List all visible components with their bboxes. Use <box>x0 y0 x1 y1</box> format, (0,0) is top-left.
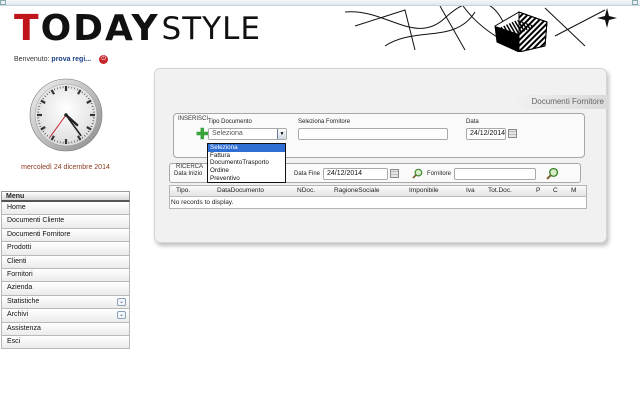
documents-table: Tipo. DataDocumento NDoc. RagioneSociale… <box>169 185 587 209</box>
chevron-down-icon[interactable]: ▼ <box>277 129 286 139</box>
fornitore-label: Fornitore <box>427 171 452 177</box>
menu-item-documenti-fornitore[interactable]: Documenti Fornitore <box>1 228 130 243</box>
search-icon[interactable] <box>546 167 559 180</box>
column-header[interactable]: DataDocumento <box>217 187 264 194</box>
fornitore-input[interactable] <box>298 128 448 140</box>
logo-today: TODAY <box>14 10 160 48</box>
column-header[interactable]: M <box>571 187 576 194</box>
tipo-documento-dropdown: Seleziona Fattura DocumentoTrasporto Ord… <box>207 143 286 184</box>
menu-item-home[interactable]: Home <box>1 202 130 216</box>
menu-item-label: Fornitori <box>7 270 33 278</box>
data-fine-input[interactable]: 24/12/2014 <box>323 168 388 180</box>
plus-icon[interactable]: ✚ <box>196 127 209 142</box>
menu-item-prodotti[interactable]: Prodotti <box>1 242 130 256</box>
table-empty-message: No records to display. <box>171 199 234 206</box>
data-label: Data <box>466 119 479 125</box>
menu-item-label: Esci <box>7 337 21 345</box>
page-title: Documenti Fornitore <box>515 95 608 109</box>
column-header[interactable]: C <box>553 187 558 194</box>
close-tab-icon[interactable] <box>632 0 638 5</box>
seleziona-fornitore-label: Seleziona Fornitore <box>298 119 351 125</box>
menu-item-label: Azienda <box>7 284 33 292</box>
data-inizio-label: Data Inizio <box>174 171 203 177</box>
dropdown-option[interactable]: Ordine <box>208 167 285 175</box>
dropdown-option[interactable]: Seleziona <box>208 144 285 152</box>
inserisci-legend: INSERISCI <box>177 116 210 122</box>
menu-item-assistenza[interactable]: Assistenza <box>1 322 130 336</box>
column-header[interactable]: P <box>536 187 540 194</box>
header-decoration-art <box>345 6 617 52</box>
column-header[interactable]: Tot.Doc. <box>488 187 512 194</box>
menu-item-archivi[interactable]: Archivi ⌄ <box>1 309 130 323</box>
data-fine-label: Data Fine <box>294 171 321 177</box>
sidebar-menu: Menu Home Documenti Cliente Documenti Fo… <box>1 191 130 350</box>
column-header[interactable]: NDoc. <box>297 187 315 194</box>
analog-clock <box>29 78 103 152</box>
menu-item-label: Statistiche <box>7 297 40 305</box>
menu-item-azienda[interactable]: Azienda <box>1 282 130 296</box>
menu-item-statistiche[interactable]: Statistiche ⌄ <box>1 295 130 310</box>
column-header[interactable]: RagioneSociale <box>334 187 380 194</box>
tipo-documento-label: Tipo Documento <box>208 119 252 125</box>
welcome-label: Benvenuto: <box>14 56 50 63</box>
search-icon[interactable] <box>412 168 423 179</box>
app-logo: TODAY STYLE <box>14 10 261 48</box>
menu-item-label: Assistenza <box>7 324 41 332</box>
welcome-bar: Benvenuto: prova regi... ⏻ <box>14 55 109 64</box>
data-input[interactable]: 24/12/2014 <box>466 128 506 140</box>
table-header: Tipo. DataDocumento NDoc. RagioneSociale… <box>170 186 586 197</box>
menu-item-label: Prodotti <box>7 244 32 252</box>
chevron-down-icon[interactable]: ⌄ <box>117 297 126 306</box>
dropdown-option[interactable]: DocumentoTrasporto <box>208 159 285 167</box>
tipo-documento-select[interactable]: Seleziona ▼ <box>208 128 287 140</box>
logo-rest: ODAY <box>40 8 160 49</box>
tipo-documento-value: Seleziona <box>212 130 243 137</box>
dropdown-option[interactable]: Fattura <box>208 152 285 160</box>
logout-icon[interactable]: ⏻ <box>99 55 109 64</box>
menu-item-label: Documenti Cliente <box>7 217 65 225</box>
menu-item-fornitori[interactable]: Fornitori <box>1 268 130 283</box>
menu-header: Menu <box>1 191 130 202</box>
menu-item-label: Documenti Fornitore <box>7 230 71 238</box>
page-icon <box>0 0 6 5</box>
ricerca-legend: RICERCA <box>175 164 205 170</box>
current-date: mercoledì 24 dicembre 2014 <box>21 164 110 171</box>
menu-item-clienti[interactable]: Clienti <box>1 255 130 269</box>
menu-item-esci[interactable]: Esci <box>1 335 130 350</box>
column-header[interactable]: Tipo. <box>176 187 190 194</box>
chevron-down-icon[interactable]: ⌄ <box>117 311 126 320</box>
calendar-icon[interactable] <box>508 129 517 138</box>
menu-item-label: Home <box>7 204 26 211</box>
ricerca-fornitore-input[interactable] <box>454 168 536 180</box>
menu-item-label: Archivi <box>7 311 29 319</box>
main-panel: Documenti Fornitore INSERISCI ✚ Tipo Doc… <box>154 68 608 243</box>
menu-item-documenti-cliente[interactable]: Documenti Cliente <box>1 215 130 229</box>
dropdown-option[interactable]: Preventivo <box>208 175 285 183</box>
welcome-username[interactable]: prova regi... <box>51 56 91 63</box>
calendar-icon[interactable] <box>390 169 399 178</box>
column-header[interactable]: Iva <box>466 187 475 194</box>
column-header[interactable]: Imponibile <box>409 187 439 194</box>
logo-first-letter: T <box>14 8 41 49</box>
logo-style: STYLE <box>161 11 261 47</box>
menu-item-label: Clienti <box>7 257 27 265</box>
